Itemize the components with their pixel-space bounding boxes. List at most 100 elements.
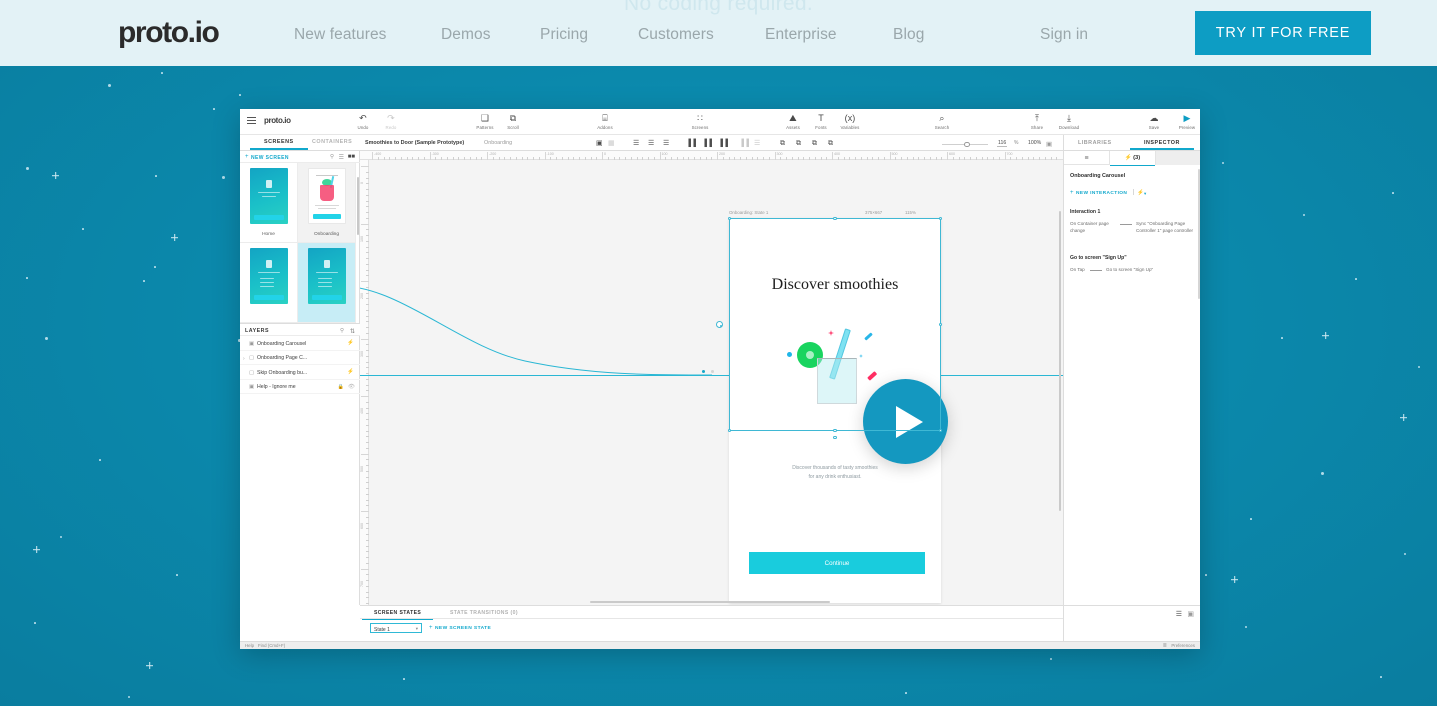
bolt-icon[interactable]: ⚡ xyxy=(347,369,354,375)
toolbar-assets-button[interactable]: ⛰ Assets xyxy=(782,113,804,130)
inspector-tab-empty[interactable] xyxy=(1156,151,1200,165)
toolbar-share-button[interactable]: ⤒ Share xyxy=(1026,113,1048,130)
toolbar-fonts-button[interactable]: T Fonts xyxy=(811,113,831,130)
grid-view-icon[interactable]: ■■ xyxy=(348,154,355,160)
tab-state-transitions[interactable]: STATE TRANSITIONS (0) xyxy=(450,610,518,616)
app-logo[interactable]: proto.io xyxy=(264,116,291,125)
screen-cell-3[interactable] xyxy=(240,243,298,323)
toolbar-variables-button[interactable]: (x) Variables xyxy=(836,113,864,130)
hamburger-menu-icon[interactable] xyxy=(247,117,256,124)
lock-icon[interactable]: 🔒 xyxy=(338,384,344,390)
brand-logo[interactable]: proto.io xyxy=(118,16,220,50)
eye-icon[interactable]: 👁 xyxy=(348,384,355,390)
list-view-icon[interactable]: ☰ xyxy=(339,154,344,161)
layer-row[interactable]: › ▢ Onboarding Page C... xyxy=(240,351,360,365)
fit-to-screen-icon[interactable]: ▣ xyxy=(1046,140,1052,148)
sort-icon[interactable]: ⇅ xyxy=(350,328,355,335)
grid-view-icon[interactable]: ▣ xyxy=(1187,610,1194,618)
breadcrumb-screen[interactable]: Onboarding xyxy=(484,140,512,146)
distribute-h-icon[interactable]: ▐▐ xyxy=(739,140,749,147)
canvas-vertical-scrollbar[interactable] xyxy=(1059,211,1061,511)
distribute-icon[interactable]: ▦ xyxy=(608,140,615,147)
bolt-icon[interactable]: ⚡ xyxy=(1137,190,1144,196)
panel-tab-libraries[interactable]: LIBRARIES xyxy=(1078,140,1112,146)
state-select-dropdown[interactable]: State 1 ▾ xyxy=(370,623,422,633)
toolbar-redo-button[interactable]: ↷ Redo xyxy=(380,113,402,130)
align-left-icon[interactable]: ☰ xyxy=(633,140,639,147)
canvas-area[interactable]: -400 -300 -200 -100 0 100 200 300 400 500 600 700 0… xyxy=(360,151,1063,605)
screen-cell-home[interactable]: Home xyxy=(240,163,298,243)
nav-link-pricing[interactable]: Pricing xyxy=(540,26,588,44)
canvas-horizontal-scrollbar[interactable] xyxy=(590,601,830,603)
toolbar-preview-button[interactable]: ▶ Preview xyxy=(1176,113,1198,130)
selection-frame[interactable] xyxy=(716,216,943,439)
align-right-icon[interactable]: ☰ xyxy=(663,140,669,147)
inspector-tab-properties[interactable]: ≡ xyxy=(1064,151,1110,165)
bring-forward-icon[interactable]: ⧉ xyxy=(796,140,801,147)
nav-link-demos[interactable]: Demos xyxy=(441,26,491,44)
chevron-down-icon[interactable]: ▾ xyxy=(1144,191,1146,197)
continue-button[interactable]: Continue xyxy=(749,552,925,574)
align-top-icon[interactable]: ▐▐ xyxy=(686,140,696,147)
resize-handle-tl[interactable] xyxy=(727,216,732,221)
nav-link-new-features[interactable]: New features xyxy=(294,26,387,44)
status-find-link[interactable]: Find (Cmd+F) xyxy=(258,643,285,648)
align-middle-v-icon[interactable]: ▐▐ xyxy=(702,140,712,147)
resize-handle-tc[interactable] xyxy=(833,216,837,221)
status-preferences-link[interactable]: Preferences xyxy=(1171,643,1195,648)
panel-tab-inspector[interactable]: INSPECTOR xyxy=(1130,140,1194,150)
nav-link-blog[interactable]: Blog xyxy=(893,26,924,44)
resize-handle-bc[interactable] xyxy=(833,428,837,433)
search-icon[interactable]: ⚲ xyxy=(330,154,334,160)
toolbar-download-button[interactable]: ⤓ Download xyxy=(1054,113,1084,130)
inspector-tab-interactions[interactable]: ⚡ (3) xyxy=(1110,151,1156,167)
sidebar-scrollbar[interactable] xyxy=(357,177,359,235)
subtab-screens[interactable]: SCREENS xyxy=(250,139,307,150)
breadcrumb-project[interactable]: Smoothies to Door (Sample Prototype) xyxy=(365,140,464,146)
interaction-connector-dot[interactable] xyxy=(716,321,723,328)
layer-row[interactable]: ▢ Skip Onboarding bu... ⚡ xyxy=(240,365,360,380)
align-bottom-icon[interactable]: ▐▐ xyxy=(718,140,728,147)
chevron-right-icon[interactable]: › xyxy=(243,356,245,362)
zoom-slider[interactable] xyxy=(942,141,988,148)
resize-handle-mr[interactable] xyxy=(938,322,943,327)
new-screen-state-button[interactable]: NEW SCREEN STATE xyxy=(435,626,491,631)
screen-cell-onboarding[interactable]: Onboarding xyxy=(298,163,356,243)
align-center-h-icon[interactable]: ☰ xyxy=(648,140,654,147)
new-interaction-button[interactable]: NEW INTERACTION xyxy=(1076,191,1127,196)
subtab-containers[interactable]: CONTAINERS xyxy=(312,139,352,145)
rotate-handle[interactable] xyxy=(833,435,837,439)
layer-row[interactable]: ▣ Onboarding Carousel ⚡ xyxy=(240,336,360,351)
selection-box-icon[interactable]: ▣ xyxy=(596,140,603,147)
nav-link-enterprise[interactable]: Enterprise xyxy=(765,26,837,44)
toolbar-screens-button[interactable]: ∷ Screens xyxy=(688,113,712,130)
bring-front-icon[interactable]: ⧉ xyxy=(780,140,785,147)
layer-row[interactable]: ▣ Help - Ignore me 🔒 👁 xyxy=(240,380,360,394)
resize-handle-tr[interactable] xyxy=(938,216,943,221)
list-view-icon[interactable]: ☰ xyxy=(1176,610,1182,618)
toolbar-undo-button[interactable]: ↶ Undo xyxy=(352,113,374,130)
toolbar-addons-button[interactable]: ⌸ Addons xyxy=(592,113,618,130)
toolbar-patterns-button[interactable]: ❑ Patterns xyxy=(472,113,498,130)
carousel-page-dots[interactable] xyxy=(701,369,720,375)
distribute-v-icon[interactable]: ☰ xyxy=(754,140,760,147)
carousel-dot-active[interactable] xyxy=(701,370,705,373)
zoom-slider-knob[interactable] xyxy=(964,141,970,148)
send-backward-icon[interactable]: ⧉ xyxy=(812,140,817,147)
zoom-value-input[interactable]: 116 xyxy=(997,140,1008,147)
search-icon[interactable]: ⚲ xyxy=(340,328,344,334)
carousel-dot[interactable] xyxy=(710,370,714,373)
nav-link-customers[interactable]: Customers xyxy=(638,26,714,44)
tab-screen-states[interactable]: SCREEN STATES xyxy=(361,610,434,621)
bolt-icon[interactable]: ⚡ xyxy=(347,340,354,346)
nav-link-signin[interactable]: Sign in xyxy=(1040,26,1088,44)
preferences-icon[interactable]: ≣ xyxy=(1163,643,1167,649)
try-it-for-free-button[interactable]: TRY IT FOR FREE xyxy=(1195,11,1371,55)
status-help-link[interactable]: Help xyxy=(245,643,254,648)
send-back-icon[interactable]: ⧉ xyxy=(828,140,833,147)
new-screen-button[interactable]: NEW SCREEN xyxy=(251,155,289,161)
zoom-reset-button[interactable]: 100% xyxy=(1028,140,1041,146)
screen-cell-4[interactable] xyxy=(298,243,356,323)
inspector-scrollbar[interactable] xyxy=(1197,169,1200,299)
toolbar-save-button[interactable]: ☁ Save xyxy=(1143,113,1165,130)
